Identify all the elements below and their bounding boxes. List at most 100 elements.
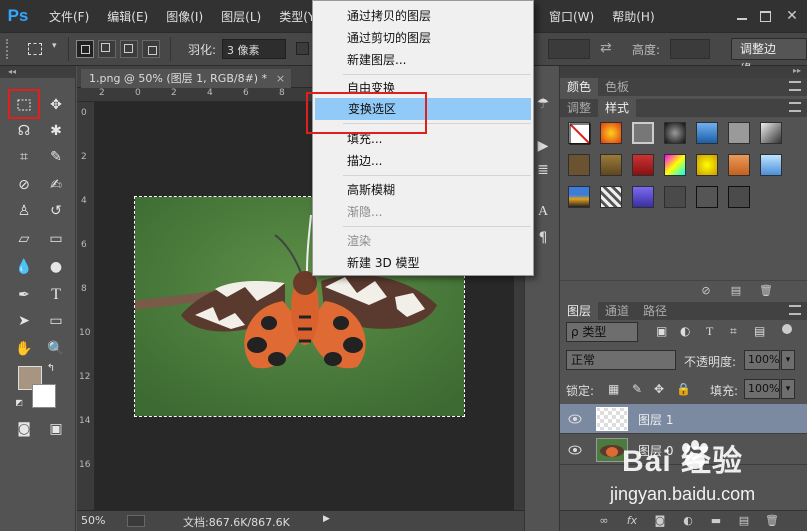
visibility-eye-icon[interactable]	[568, 412, 582, 426]
magic-wand-tool-icon[interactable]: ✱	[45, 120, 67, 142]
style-swatch[interactable]	[600, 154, 622, 176]
tab-styles[interactable]: 样式	[598, 99, 637, 117]
tab-paths[interactable]: 路径	[636, 302, 674, 320]
style-swatch[interactable]	[728, 154, 750, 176]
filter-shape-icon[interactable]: ⌗	[730, 324, 737, 339]
filter-adjust-icon[interactable]: ◐	[680, 324, 690, 338]
add-selection-button[interactable]	[98, 40, 116, 58]
tab-swatches[interactable]: 色板	[598, 78, 636, 96]
style-swatch[interactable]	[632, 122, 654, 144]
close-tab-icon[interactable]: ×	[276, 69, 285, 88]
paragraph-panel-icon[interactable]: ¶	[533, 228, 553, 248]
default-colors-icon[interactable]: ◩	[14, 398, 24, 408]
lock-position-icon[interactable]: ✥	[654, 382, 664, 396]
hand-tool-icon[interactable]: ✋	[13, 338, 35, 360]
maximize-button[interactable]	[755, 6, 777, 26]
zoom-level[interactable]: 50%	[81, 514, 105, 527]
style-swatch[interactable]	[728, 186, 750, 208]
menu-help[interactable]: 帮助(H)	[603, 8, 663, 25]
intersect-selection-button[interactable]	[142, 40, 160, 58]
lock-transparent-icon[interactable]: ▦	[608, 382, 619, 396]
style-swatch[interactable]	[568, 186, 590, 208]
new-selection-button[interactable]	[76, 40, 94, 58]
feather-input[interactable]: 3 像素	[222, 39, 286, 59]
gradient-tool-icon[interactable]: ▭	[45, 228, 67, 250]
style-none-swatch[interactable]	[568, 122, 591, 145]
filter-type-icon[interactable]: T	[706, 324, 713, 339]
style-swatch[interactable]	[664, 186, 686, 208]
style-swatch[interactable]	[728, 122, 750, 144]
quick-mask-icon[interactable]: ◙	[13, 418, 35, 440]
filter-toggle[interactable]	[782, 324, 792, 334]
panel-menu-icon[interactable]	[789, 102, 801, 112]
tab-channels[interactable]: 通道	[598, 302, 636, 320]
menu-item-new-layer[interactable]: 新建图层...	[314, 49, 532, 71]
pen-tool-icon[interactable]: ✒	[13, 284, 35, 306]
background-color-swatch[interactable]	[32, 384, 56, 408]
delete-style-icon[interactable]: 🗑	[758, 284, 774, 298]
eyedropper-tool-icon[interactable]: ✎	[45, 146, 67, 168]
screen-mode-icon[interactable]: ▣	[45, 418, 67, 440]
character-panel-icon[interactable]: A	[533, 202, 553, 222]
eraser-tool-icon[interactable]: ▱	[13, 228, 35, 250]
brush-presets-panel-icon[interactable]: ≣	[533, 160, 553, 180]
antialias-checkbox[interactable]	[296, 42, 309, 55]
style-swatch[interactable]	[696, 122, 718, 144]
panel-menu-icon[interactable]	[789, 305, 801, 315]
status-menu-arrow-icon[interactable]: ▶	[323, 514, 330, 524]
lasso-tool-icon[interactable]: ☊	[13, 120, 35, 142]
swap-colors-icon[interactable]: ↰	[44, 362, 58, 376]
filter-pixel-icon[interactable]: ▣	[656, 324, 667, 338]
zoom-tool-icon[interactable]: 🔍	[45, 338, 67, 360]
layer-row-layer1[interactable]: 图层 1	[560, 404, 807, 434]
status-preview-icon[interactable]	[127, 515, 145, 527]
close-window-button[interactable]: ✕	[779, 6, 805, 26]
style-swatch[interactable]	[696, 186, 718, 208]
clear-style-icon[interactable]: ⊘	[698, 284, 714, 298]
style-swatch[interactable]	[600, 186, 622, 208]
subtract-selection-button[interactable]	[120, 40, 138, 58]
lock-image-icon[interactable]: ✎	[632, 382, 642, 396]
tab-adjustments[interactable]: 调整	[560, 99, 598, 117]
history-panel-icon[interactable]: ☂	[533, 94, 553, 114]
menu-item-gaussian-blur[interactable]: 高斯模糊	[314, 179, 532, 201]
dodge-tool-icon[interactable]: ●	[45, 256, 67, 278]
style-swatch[interactable]	[664, 154, 686, 176]
rect-marquee-tool-icon[interactable]	[13, 94, 35, 116]
filter-smart-icon[interactable]: ▤	[754, 324, 765, 338]
preset-dropdown-arrow-icon[interactable]: ▾	[52, 41, 57, 51]
panel-menu-icon[interactable]	[789, 81, 801, 91]
layer-name[interactable]: 图层 1	[638, 411, 673, 428]
menu-window[interactable]: 窗口(W)	[540, 8, 603, 25]
marquee-preset-icon[interactable]	[28, 43, 42, 55]
layer-filter-kind-select[interactable]: ρ 类型	[566, 322, 638, 342]
style-swatch[interactable]	[632, 186, 654, 208]
move-tool-icon[interactable]: ✥	[45, 94, 67, 116]
healing-brush-tool-icon[interactable]: ⊘	[13, 174, 35, 196]
style-swatch[interactable]	[760, 122, 782, 144]
blur-tool-icon[interactable]: 💧	[13, 256, 35, 278]
new-style-icon[interactable]: ▤	[728, 284, 744, 298]
style-swatch[interactable]	[696, 154, 718, 176]
actions-panel-icon[interactable]: ▶	[533, 136, 553, 156]
height-input[interactable]	[670, 39, 710, 59]
crop-tool-icon[interactable]: ⌗	[13, 146, 35, 168]
opacity-dropdown-arrow-icon[interactable]: ▾	[781, 350, 795, 370]
style-swatch[interactable]	[664, 122, 686, 144]
type-tool-icon[interactable]: T	[45, 284, 67, 306]
menu-file[interactable]: 文件(F)	[40, 8, 98, 25]
visibility-eye-icon[interactable]	[568, 443, 582, 457]
style-swatch[interactable]	[600, 122, 622, 144]
width-input[interactable]	[548, 39, 590, 59]
fill-input[interactable]: 100%	[744, 379, 780, 399]
shape-tool-icon[interactable]: ▭	[45, 310, 67, 332]
tab-color[interactable]: 颜色	[560, 78, 599, 96]
minimize-button[interactable]	[731, 6, 753, 26]
opacity-input[interactable]: 100%	[744, 350, 780, 370]
menu-layer[interactable]: 图层(L)	[212, 8, 270, 25]
menu-item-layer-via-copy[interactable]: 通过拷贝的图层	[314, 5, 532, 27]
refine-edge-button[interactable]: 调整边缘...	[731, 38, 807, 76]
tools-collapse-icon[interactable]: ◂◂	[0, 66, 75, 78]
document-tab[interactable]: 1.png @ 50% (图层 1, RGB/8#) * ×	[81, 69, 292, 88]
menu-item-stroke[interactable]: 描边...	[314, 150, 532, 172]
